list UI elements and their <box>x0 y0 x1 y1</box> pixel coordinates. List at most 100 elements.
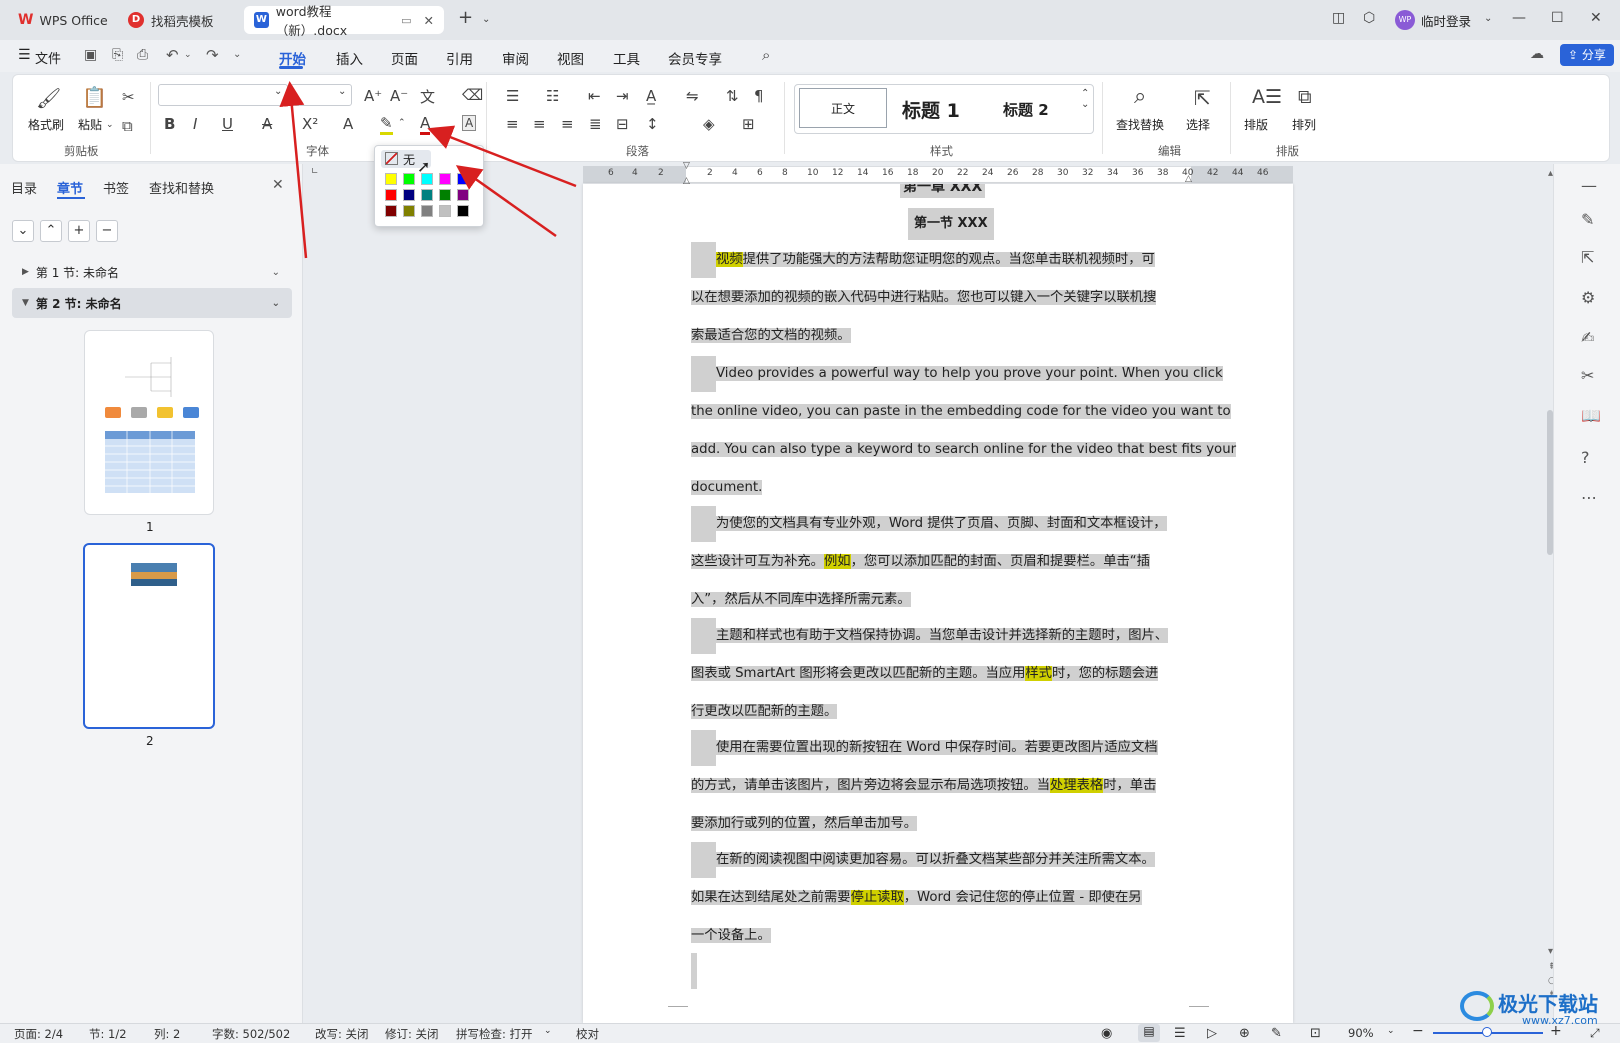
user-login[interactable]: 临时登录 <box>1421 11 1471 30</box>
page-thumbnail-1[interactable] <box>84 330 214 515</box>
tab-wps-office[interactable]: W WPS Office <box>8 6 118 34</box>
pen-icon[interactable]: ✎ <box>1581 210 1594 229</box>
maximize-icon[interactable]: ☐ <box>1551 10 1564 26</box>
decrease-indent-icon[interactable]: ⇤ <box>588 87 601 105</box>
add-section-button[interactable]: + <box>68 220 90 242</box>
section-item-1[interactable]: ▶ 第 1 节: 未命名 ⌄ <box>12 257 292 287</box>
cube-icon[interactable]: ⬡ <box>1363 10 1375 26</box>
color-swatch[interactable] <box>457 205 469 217</box>
tab-home[interactable]: 开始 <box>279 48 306 68</box>
find-replace-button[interactable]: 查找替换 <box>1116 116 1164 133</box>
close-tab-icon[interactable]: ✕ <box>424 13 434 28</box>
right-indent-icon[interactable]: △ <box>1185 174 1192 184</box>
arrange-button[interactable]: 排列 <box>1292 116 1316 133</box>
style-heading1[interactable]: 标题 1 <box>902 96 960 123</box>
redo-icon[interactable]: ↷ <box>206 46 219 64</box>
format-painter-button[interactable]: 格式刷 <box>28 116 64 133</box>
show-marks-icon[interactable]: ¶ <box>754 87 764 105</box>
numbered-list-icon[interactable]: ☷ <box>546 87 559 105</box>
tab-bookmarks[interactable]: 书签 <box>103 178 129 197</box>
help-icon[interactable]: ? <box>1581 448 1590 467</box>
text-effect-icon[interactable]: A <box>343 115 353 133</box>
copy-icon[interactable]: ⧉ <box>122 117 133 135</box>
highlight-chevron-icon[interactable]: ⌃ <box>398 118 406 128</box>
save-icon[interactable]: ▣ <box>84 47 97 63</box>
font-size-chevron-icon[interactable]: ⌄ <box>338 86 346 97</box>
tab-list-chevron-icon[interactable]: ⌄ <box>482 14 490 25</box>
paste-button[interactable]: 粘贴 <box>78 116 102 133</box>
zoom-slider-handle[interactable] <box>1482 1027 1492 1037</box>
tab-tools[interactable]: 工具 <box>613 48 640 68</box>
zoom-level[interactable]: 90% <box>1348 1026 1374 1040</box>
status-spellcheck[interactable]: 拼写检查: 打开 <box>456 1026 533 1042</box>
font-color-icon[interactable]: A <box>420 114 431 135</box>
status-column[interactable]: 列: 2 <box>154 1026 180 1042</box>
read-mode-icon[interactable]: ▷ <box>1207 1026 1217 1041</box>
select-button[interactable]: 选择 <box>1186 116 1210 133</box>
color-swatch[interactable] <box>439 205 451 217</box>
adjust-icon[interactable]: ⚙ <box>1581 288 1595 307</box>
style-normal[interactable]: 正文 <box>799 88 887 128</box>
status-proofread[interactable]: 校对 <box>576 1026 599 1042</box>
tab-document[interactable]: W word教程（新）.docx ▭ ✕ <box>244 4 444 38</box>
align-left-icon[interactable]: ≡ <box>506 115 519 133</box>
color-swatch[interactable] <box>385 189 397 201</box>
decrease-font-icon[interactable]: A⁻ <box>390 87 408 105</box>
color-swatch[interactable] <box>421 173 433 185</box>
status-word-count[interactable]: 字数: 502/502 <box>212 1026 290 1042</box>
color-swatch[interactable] <box>403 173 415 185</box>
sort-icon[interactable]: ⇅ <box>726 87 739 105</box>
status-overtype[interactable]: 改写: 关闭 <box>315 1026 369 1042</box>
align-center-icon[interactable]: ≡ <box>533 115 546 133</box>
typeset-button[interactable]: 排版 <box>1244 116 1268 133</box>
color-swatch[interactable] <box>421 205 433 217</box>
tab-reference[interactable]: 引用 <box>446 48 473 68</box>
tab-find-replace[interactable]: 查找和替换 <box>149 178 214 197</box>
expand-button[interactable]: ⌄ <box>12 220 34 242</box>
chinese-layout-icon[interactable]: A̲ <box>646 87 656 105</box>
layout-icon[interactable]: ◫ <box>1332 10 1345 26</box>
outline-view-icon[interactable]: ☰ <box>1174 1026 1186 1041</box>
undo-chevron-icon[interactable]: ⌄ <box>184 50 192 60</box>
tab-member[interactable]: 会员专享 <box>668 48 722 68</box>
book-icon[interactable]: 📖 <box>1581 406 1601 425</box>
write-mode-icon[interactable]: ✎ <box>1271 1026 1282 1041</box>
distributed-icon[interactable]: ⊟ <box>616 115 629 133</box>
remove-section-button[interactable]: − <box>96 220 118 242</box>
color-swatch[interactable] <box>403 189 415 201</box>
text-direction-icon[interactable]: ⇋ <box>686 87 699 105</box>
minimize-icon[interactable]: — <box>1512 10 1526 26</box>
tab-template[interactable]: D 找稻壳模板 <box>118 6 244 34</box>
color-swatch[interactable] <box>385 173 397 185</box>
search-icon[interactable]: ⌕ <box>762 46 770 64</box>
collapse-button[interactable]: ⌃ <box>40 220 62 242</box>
line-spacing-icon[interactable]: ↕ <box>646 115 659 133</box>
color-swatch[interactable] <box>439 173 451 185</box>
color-swatch[interactable] <box>457 173 469 185</box>
tab-toc[interactable]: 目录 <box>11 178 37 197</box>
first-line-indent-icon[interactable]: ▽ <box>683 161 690 171</box>
align-right-icon[interactable]: ≡ <box>561 115 574 133</box>
font-name-chevron-icon[interactable]: ⌄ <box>274 86 282 97</box>
tab-view[interactable]: 视图 <box>557 48 584 68</box>
cloud-icon[interactable]: ☁ <box>1530 46 1544 62</box>
color-swatch[interactable] <box>403 205 415 217</box>
section-item-2[interactable]: ▼ 第 2 节: 未命名 ⌄ <box>12 288 292 318</box>
borders-icon[interactable]: ⊞ <box>742 115 755 133</box>
style-heading2[interactable]: 标题 2 <box>1003 99 1049 120</box>
more-icon[interactable]: ⋯ <box>1581 488 1597 507</box>
status-section[interactable]: 节: 1/2 <box>89 1026 127 1042</box>
highlight-icon[interactable]: ✎ <box>380 114 393 135</box>
cursor-icon[interactable]: ⇱ <box>1581 248 1594 267</box>
page-thumbnail-2[interactable] <box>83 543 215 729</box>
underline-icon[interactable]: U <box>222 115 233 133</box>
increase-indent-icon[interactable]: ⇥ <box>616 87 629 105</box>
undo-icon[interactable]: ↶ <box>166 46 179 64</box>
color-swatch[interactable] <box>439 189 451 201</box>
font-name-select[interactable] <box>158 84 288 106</box>
superscript-icon[interactable]: X² <box>302 115 318 133</box>
zoom-chevron-icon[interactable]: ⌄ <box>1387 1026 1395 1036</box>
tab-page[interactable]: 页面 <box>391 48 418 68</box>
fullscreen-icon[interactable]: ⤢ <box>1590 1026 1600 1041</box>
fit-icon[interactable]: ⊡ <box>1310 1026 1321 1041</box>
